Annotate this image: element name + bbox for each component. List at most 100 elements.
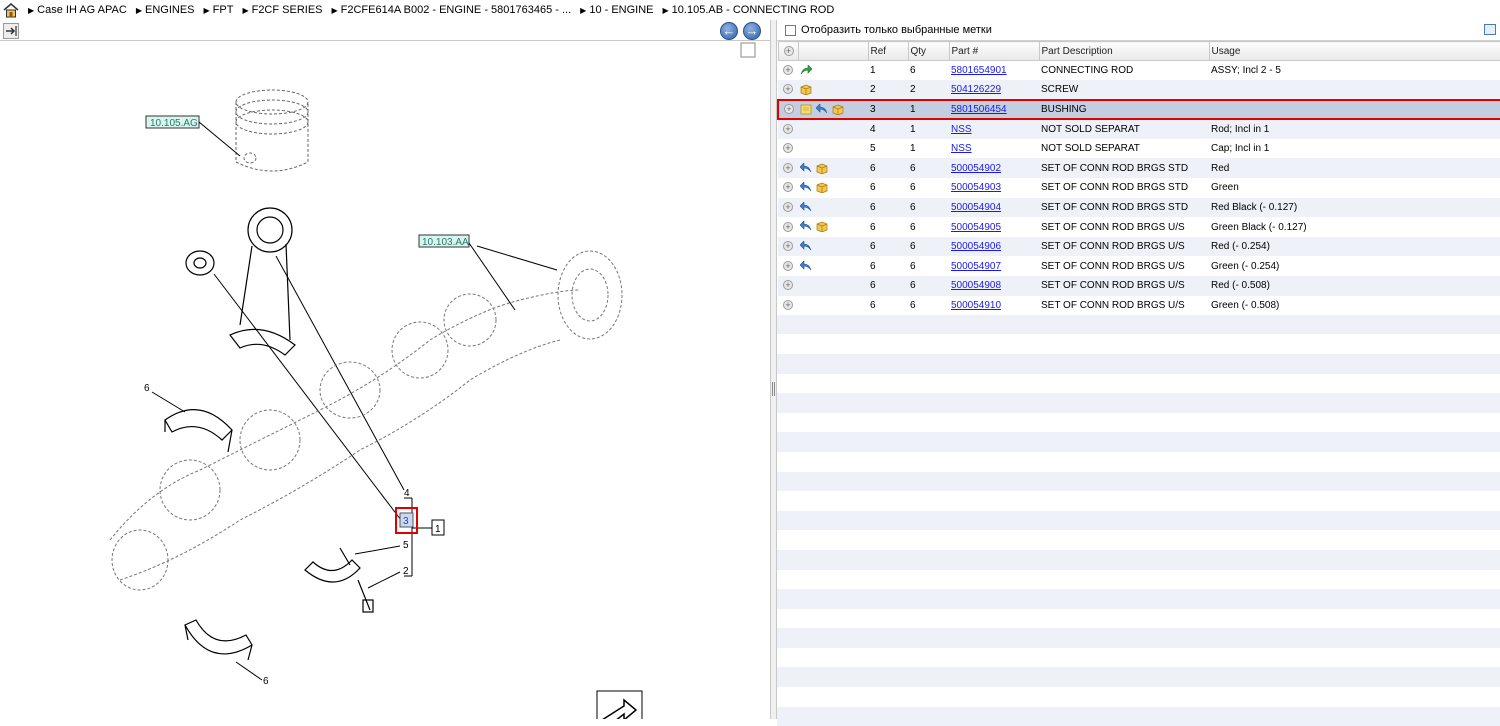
- cell-part[interactable]: 500054908: [949, 276, 1039, 296]
- part-number-link[interactable]: 500054910: [951, 300, 1001, 311]
- cell-ref: 6: [868, 178, 908, 198]
- box-icon[interactable]: [800, 84, 812, 95]
- part-number-link[interactable]: NSS: [951, 124, 972, 135]
- row-icons: [798, 158, 868, 179]
- col-part[interactable]: Part #: [948, 41, 1040, 61]
- part-number-link[interactable]: 500054903: [951, 182, 1001, 193]
- back-button[interactable]: ←: [720, 22, 738, 40]
- callout-6[interactable]: 6: [263, 676, 269, 687]
- row-expand-button[interactable]: +: [778, 295, 798, 316]
- expand-all-button[interactable]: +: [777, 41, 799, 61]
- cell-part[interactable]: NSS: [949, 119, 1039, 139]
- table-row[interactable]: +2 2 504126229 SCREW: [778, 80, 1500, 100]
- table-row[interactable]: +6 6 500054906 SET OF CONN ROD BRGS U/S Red …: [778, 236, 1500, 257]
- callout-2[interactable]: 2: [403, 566, 409, 577]
- callout-6[interactable]: 6: [144, 383, 150, 394]
- cell-part[interactable]: 5801506454: [949, 98, 1039, 121]
- cell-part[interactable]: 500054904: [949, 197, 1039, 218]
- row-expand-button[interactable]: +: [778, 178, 798, 198]
- blue-arrow-icon[interactable]: [800, 182, 812, 193]
- note-icon[interactable]: [800, 104, 812, 115]
- cell-part[interactable]: 500054910: [949, 295, 1039, 316]
- row-expand-button[interactable]: +: [778, 158, 798, 179]
- part-number-link[interactable]: NSS: [951, 143, 972, 154]
- box-icon[interactable]: [816, 221, 828, 233]
- table-row[interactable]: +6 6 500054903 SET OF CONN ROD BRGS STD Gree…: [778, 178, 1500, 198]
- col-ref[interactable]: Ref: [867, 41, 909, 61]
- table-row[interactable]: +6 6 500054908 SET OF CONN ROD BRGS U/S Red …: [778, 276, 1500, 296]
- row-expand-button[interactable]: +: [778, 119, 798, 139]
- forward-button[interactable]: →: [743, 22, 761, 40]
- row-expand-button[interactable]: +: [778, 217, 798, 237]
- table-row[interactable]: +4 1 NSS NOT SOLD SEPARAT Rod; Incl in 1: [778, 119, 1500, 139]
- callout-5[interactable]: 5: [403, 540, 409, 551]
- part-number-link[interactable]: 500054905: [951, 222, 1001, 233]
- table-row-selected[interactable]: +3 1 5801506454 BUSHING: [777, 98, 1500, 121]
- table-row[interactable]: +6 6 500054902 SET OF CONN ROD BRGS STD Red: [778, 158, 1500, 179]
- box-icon[interactable]: [816, 163, 828, 174]
- callout-3-selected[interactable]: 3: [395, 507, 418, 534]
- show-selected-only-checkbox[interactable]: [785, 24, 796, 36]
- cell-part[interactable]: 500054907: [949, 256, 1039, 277]
- empty-row: [777, 451, 1500, 472]
- part-number-link[interactable]: 500054902: [951, 163, 1001, 174]
- cell-part[interactable]: 500054902: [949, 158, 1039, 179]
- table-row[interactable]: +6 6 500054907 SET OF CONN ROD BRGS U/S Gree…: [778, 256, 1500, 277]
- part-number-link[interactable]: 5801654901: [951, 65, 1007, 76]
- home-icon[interactable]: [2, 2, 20, 18]
- row-expand-button[interactable]: +: [778, 236, 798, 257]
- breadcrumb-item[interactable]: ▶ F2CFE614A B002 - ENGINE - 5801763465 - …: [332, 4, 572, 16]
- row-expand-button[interactable]: +: [778, 138, 798, 159]
- col-desc[interactable]: Part Description: [1038, 41, 1210, 61]
- export-button[interactable]: [3, 23, 19, 39]
- table-row[interactable]: +6 6 500054905 SET OF CONN ROD BRGS U/S Gree…: [778, 217, 1500, 237]
- cell-usage: Green (- 0.254): [1209, 256, 1500, 277]
- part-number-link[interactable]: 500054907: [951, 261, 1001, 272]
- blue-arrow-icon[interactable]: [800, 221, 812, 232]
- breadcrumb-item[interactable]: ▶ F2CF SERIES: [242, 4, 322, 16]
- maximize-box[interactable]: [740, 42, 756, 58]
- cell-part[interactable]: 5801654901: [949, 60, 1039, 81]
- table-row[interactable]: +5 1 NSS NOT SOLD SEPARAT Cap; Incl in 1: [778, 138, 1500, 159]
- row-expand-button[interactable]: +: [778, 60, 798, 81]
- ref-label-10-103-aa[interactable]: 10.103.AA: [418, 234, 470, 248]
- box-icon[interactable]: [816, 182, 828, 194]
- cell-part[interactable]: NSS: [949, 138, 1039, 159]
- row-expand-button[interactable]: +: [777, 98, 798, 121]
- col-qty[interactable]: Qty: [907, 41, 950, 61]
- cell-part[interactable]: 500054905: [949, 217, 1039, 237]
- blue-arrow-icon[interactable]: [816, 103, 828, 115]
- pane-splitter[interactable]: [770, 20, 777, 719]
- ref-label-10-105-ag[interactable]: 10.105.AG: [145, 115, 200, 129]
- table-row[interactable]: +1 6 5801654901 CONNECTING ROD ASSY; Incl 2 …: [778, 60, 1500, 81]
- blue-arrow-icon[interactable]: [800, 241, 812, 252]
- grid-settings-icon[interactable]: [1484, 24, 1496, 35]
- green-arrow-icon[interactable]: [800, 64, 812, 76]
- part-number-link[interactable]: 500054906: [951, 241, 1001, 252]
- breadcrumb-item[interactable]: ▶ ENGINES: [136, 4, 195, 16]
- row-expand-button[interactable]: +: [778, 197, 798, 218]
- part-number-link[interactable]: 500054904: [951, 202, 1001, 213]
- col-usage[interactable]: Usage: [1208, 41, 1500, 61]
- part-number-link[interactable]: 504126229: [951, 84, 1001, 95]
- table-row[interactable]: +6 6 500054910 SET OF CONN ROD BRGS U/S Gree…: [778, 295, 1500, 316]
- cell-part[interactable]: 500054906: [949, 236, 1039, 257]
- part-number-link[interactable]: 500054908: [951, 280, 1001, 291]
- part-number-link[interactable]: 5801506454: [951, 104, 1007, 115]
- next-view-button[interactable]: [596, 690, 643, 719]
- cell-part[interactable]: 500054903: [949, 178, 1039, 198]
- breadcrumb-item[interactable]: ▶ Case IH AG APAC: [28, 4, 127, 16]
- row-expand-button[interactable]: +: [778, 276, 798, 296]
- breadcrumb-item[interactable]: ▶ 10 - ENGINE: [580, 4, 653, 16]
- row-expand-button[interactable]: +: [778, 80, 798, 100]
- row-expand-button[interactable]: +: [778, 256, 798, 277]
- blue-arrow-icon[interactable]: [800, 162, 812, 174]
- callout-1[interactable]: 1: [435, 524, 441, 535]
- cell-part[interactable]: 504126229: [949, 80, 1039, 100]
- callout-4[interactable]: 4: [404, 488, 410, 499]
- blue-arrow-icon[interactable]: [800, 260, 812, 272]
- box-icon[interactable]: [832, 104, 844, 115]
- table-row[interactable]: +6 6 500054904 SET OF CONN ROD BRGS STD Red …: [778, 197, 1500, 218]
- breadcrumb-item[interactable]: ▶ FPT: [204, 4, 234, 16]
- blue-arrow-icon[interactable]: [800, 201, 812, 213]
